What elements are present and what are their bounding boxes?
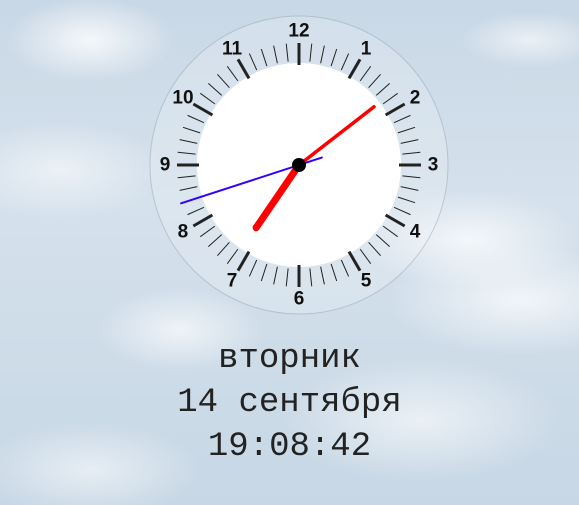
clock-numeral: 8 (178, 222, 189, 243)
date-label: 14 сентября (177, 384, 402, 422)
clock-numeral: 9 (160, 155, 171, 176)
clock-numeral: 2 (410, 88, 421, 109)
clock-numeral: 10 (172, 88, 193, 109)
clock-numeral: 7 (227, 271, 238, 292)
clock-numeral: 4 (410, 222, 421, 243)
time-label: 19:08:42 (207, 428, 372, 466)
clock-numeral: 5 (361, 271, 372, 292)
clock-numeral: 6 (294, 289, 305, 310)
clock-center-pin (292, 158, 306, 172)
weekday-label: вторник (218, 340, 361, 378)
clock-numeral: 1 (361, 38, 372, 59)
clock-numeral: 11 (222, 38, 243, 59)
clock-numeral: 3 (428, 155, 439, 176)
analog-clock: 121234567891011 (149, 15, 449, 315)
clock-numeral: 12 (288, 21, 309, 42)
